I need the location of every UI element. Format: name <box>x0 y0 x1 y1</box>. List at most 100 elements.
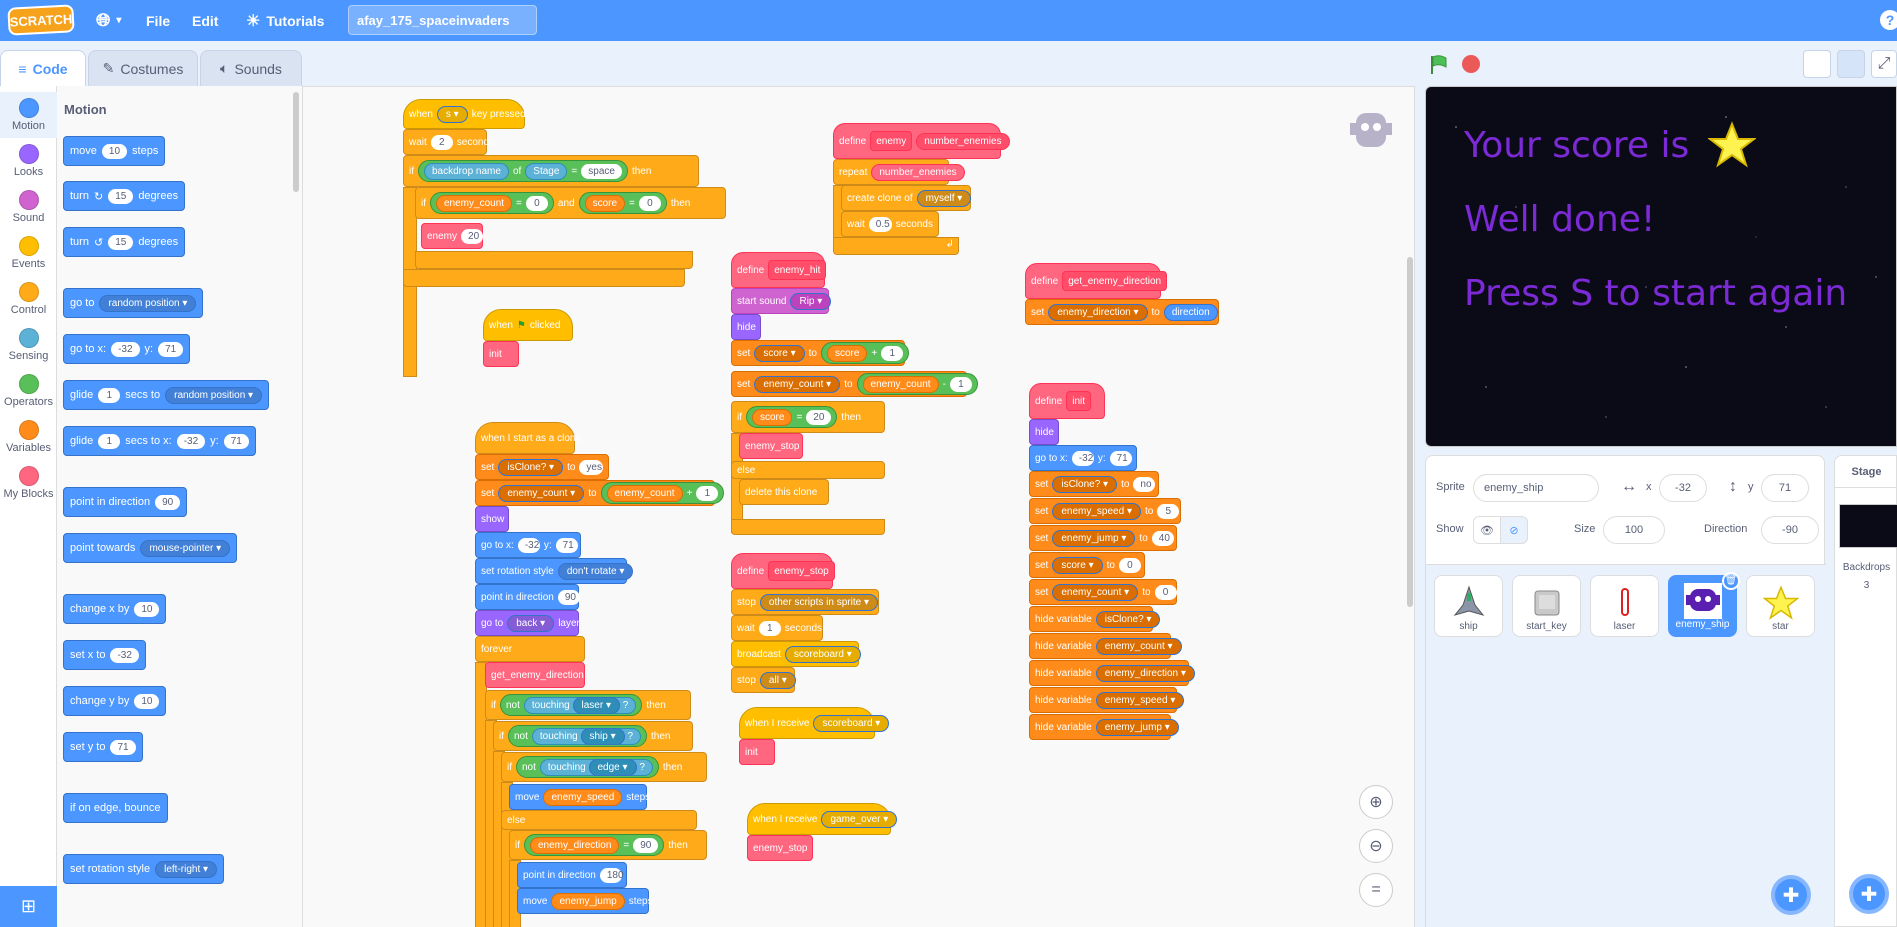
sprite-tile-enemy-ship[interactable]: enemy_ship 🗑︎ <box>1668 572 1740 637</box>
stop-button[interactable] <box>1462 55 1480 73</box>
move-steps-block[interactable]: move 10 steps <box>63 136 166 166</box>
tab-costumes[interactable]: ✎ Costumes <box>88 50 198 86</box>
set-enemy-speed-block[interactable]: setenemy_speedto5 <box>1029 498 1181 524</box>
set-enemy-count-block[interactable]: setenemy_counttoenemy_count+1 <box>475 480 725 506</box>
rotation-style-block[interactable]: set rotation style left-right <box>63 854 225 884</box>
create-clone-block[interactable]: create clone of myself <box>841 185 972 211</box>
turn-left-block[interactable]: turn ↺ 15 degrees <box>63 227 186 257</box>
set-x-block[interactable]: set x to -32 <box>63 640 146 670</box>
start-sound-block[interactable]: start sound Rip <box>731 288 832 314</box>
stop-other-scripts-block[interactable]: stop other scripts in sprite <box>731 589 879 615</box>
if-enemy-direction-block[interactable]: if enemy_direction = 90 then <box>509 830 707 860</box>
enemy-call-block[interactable]: enemy 20 <box>421 223 484 249</box>
point-direction-block[interactable]: point in direction 90 <box>475 584 580 610</box>
tab-code[interactable]: ≡ Code <box>0 50 86 87</box>
wait-block[interactable]: wait 1 seconds <box>731 615 823 641</box>
hide-block[interactable]: hide <box>1029 419 1059 445</box>
set-isclone-block[interactable]: setisClone?toyes <box>475 454 609 480</box>
y-input[interactable]: 71 <box>1761 474 1809 502</box>
stage-selector[interactable]: Stage Backdrops 3 ✚ <box>1834 455 1897 927</box>
init-call-block[interactable]: init <box>483 341 519 367</box>
hide-variable-enemy-count-block[interactable]: hide variable enemy_count <box>1029 633 1182 659</box>
category-variables[interactable]: Variables <box>0 414 57 460</box>
category-sensing[interactable]: Sensing <box>0 322 57 368</box>
hide-variable-isclone-block[interactable]: hide variable isClone? <box>1029 606 1161 632</box>
forever-block[interactable]: forever <box>475 636 585 662</box>
point-towards-block[interactable]: point towards mouse-pointer <box>63 533 238 563</box>
scratch-logo[interactable]: SCRATCH <box>7 4 75 36</box>
sprite-tile-start-key[interactable]: start_key <box>1512 575 1581 637</box>
edit-menu[interactable]: Edit <box>192 0 218 41</box>
size-input[interactable]: 100 <box>1603 516 1665 544</box>
zoom-out-button[interactable]: ⊖ <box>1359 829 1393 863</box>
sprite-tile-star[interactable]: star <box>1746 575 1815 637</box>
add-backdrop-button[interactable]: ✚ <box>1849 874 1889 914</box>
set-score-block[interactable]: setscoreto0 <box>1029 552 1145 578</box>
set-enemy-count-block[interactable]: setenemy_counttoenemy_count-1 <box>731 371 978 397</box>
show-hidden-button[interactable]: ⊘ <box>1500 516 1528 544</box>
language-menu[interactable]: 🌐︎ ▾ <box>96 0 121 41</box>
category-looks[interactable]: Looks <box>0 138 57 184</box>
enemy-stop-call-block[interactable]: enemy_stop <box>739 433 803 459</box>
sprite-name-input[interactable]: enemy_ship <box>1473 474 1599 502</box>
define-enemy-hit-hat[interactable]: define enemy_hit <box>731 252 827 288</box>
hide-variable-enemy-jump-block[interactable]: hide variable enemy_jump <box>1029 714 1179 740</box>
set-enemy-count-block[interactable]: setenemy_countto0 <box>1029 579 1177 605</box>
workspace-scrollbar[interactable] <box>1407 257 1413 607</box>
show-block[interactable]: show <box>475 506 509 532</box>
nested-if-block[interactable]: if enemy_count = 0 and score = 0 then <box>415 187 726 219</box>
define-enemy-stop-hat[interactable]: define enemy_stop <box>731 553 835 589</box>
category-sound[interactable]: Sound <box>0 184 57 230</box>
when-key-pressed-hat[interactable]: whenskey pressed <box>403 99 526 129</box>
if-block[interactable]: if backdrop name of Stage = space then <box>403 155 699 187</box>
change-x-block[interactable]: change x by 10 <box>63 594 167 624</box>
wait-block[interactable]: wait 0.5 seconds <box>841 211 939 237</box>
bounce-block[interactable]: if on edge, bounce <box>63 793 168 823</box>
init-call-block[interactable]: init <box>739 739 775 765</box>
sprite-tile-laser[interactable]: laser <box>1590 575 1659 637</box>
glide-random-block[interactable]: glide 1 secs to random position <box>63 380 270 410</box>
set-enemy-direction-block[interactable]: setenemy_directiontodirection <box>1025 299 1219 325</box>
if-not-touching-laser-block[interactable]: ifnottouching laser ?then <box>485 690 691 720</box>
if-score-block[interactable]: if score = 20 then <box>731 401 885 433</box>
define-get-enemy-direction-hat[interactable]: define get_enemy_direction <box>1025 263 1168 299</box>
broadcast-block[interactable]: broadcast scoreboard <box>731 641 861 667</box>
tutorials-menu[interactable]: ☀ Tutorials <box>246 0 324 41</box>
go-to-xy-block[interactable]: go to x: -32 y: 71 <box>63 334 191 364</box>
wait-block[interactable]: wait 2 seconds <box>403 129 494 155</box>
stage-canvas[interactable]: Your score is Well done! Press S to star… <box>1425 86 1897 447</box>
help-icon[interactable]: ? <box>1880 10 1897 30</box>
set-y-block[interactable]: set y to 71 <box>63 732 143 762</box>
repeat-block[interactable]: repeat number_enemies <box>833 159 965 185</box>
x-input[interactable]: -32 <box>1659 474 1707 502</box>
point-direction-block[interactable]: point in direction 90 <box>63 487 188 517</box>
get-enemy-direction-call-block[interactable]: get_enemy_direction <box>485 662 585 688</box>
go-to-layer-block[interactable]: go tobacklayer <box>475 610 580 636</box>
normal-stage-button[interactable] <box>1837 50 1865 78</box>
go-to-block[interactable]: go to random position <box>63 288 204 318</box>
delete-sprite-icon[interactable]: 🗑︎ <box>1722 572 1740 590</box>
when-flag-clicked-hat[interactable]: when ⚑ clicked <box>483 309 573 341</box>
zoom-reset-button[interactable]: = <box>1359 873 1393 907</box>
set-score-block[interactable]: setscoretoscore+1 <box>731 340 910 366</box>
move-enemy-jump-block[interactable]: move enemy_jump steps <box>517 888 653 914</box>
turn-right-block[interactable]: turn ↻ 15 degrees <box>63 181 186 211</box>
category-motion[interactable]: Motion <box>0 92 57 138</box>
zoom-in-button[interactable]: ⊕ <box>1359 785 1393 819</box>
show-visible-button[interactable]: 👁︎ <box>1473 516 1501 544</box>
hide-variable-enemy-speed-block[interactable]: hide variable enemy_speed <box>1029 687 1185 713</box>
define-enemy-hat[interactable]: define enemy number_enemies <box>833 123 1010 159</box>
glide-xy-block[interactable]: glide 1 secs to x: -32 y: 71 <box>63 426 256 456</box>
add-sprite-button[interactable]: ✚ <box>1771 875 1811 915</box>
hide-variable-enemy-direction-block[interactable]: hide variable enemy_direction <box>1029 660 1195 686</box>
tab-sounds[interactable]: 🔈︎ Sounds <box>200 50 302 86</box>
move-enemy-speed-block[interactable]: move enemy_speed steps <box>509 784 650 810</box>
when-receive-game-over-hat[interactable]: when I receive game_over <box>747 803 898 835</box>
point-direction-block[interactable]: point in direction 180 <box>517 862 627 888</box>
category-operators[interactable]: Operators <box>0 368 57 414</box>
category-my-blocks[interactable]: My Blocks <box>0 460 57 506</box>
palette-scrollbar[interactable] <box>293 92 299 192</box>
define-init-hat[interactable]: define init <box>1029 383 1105 419</box>
change-y-block[interactable]: change y by 10 <box>63 686 167 716</box>
category-events[interactable]: Events <box>0 230 57 276</box>
